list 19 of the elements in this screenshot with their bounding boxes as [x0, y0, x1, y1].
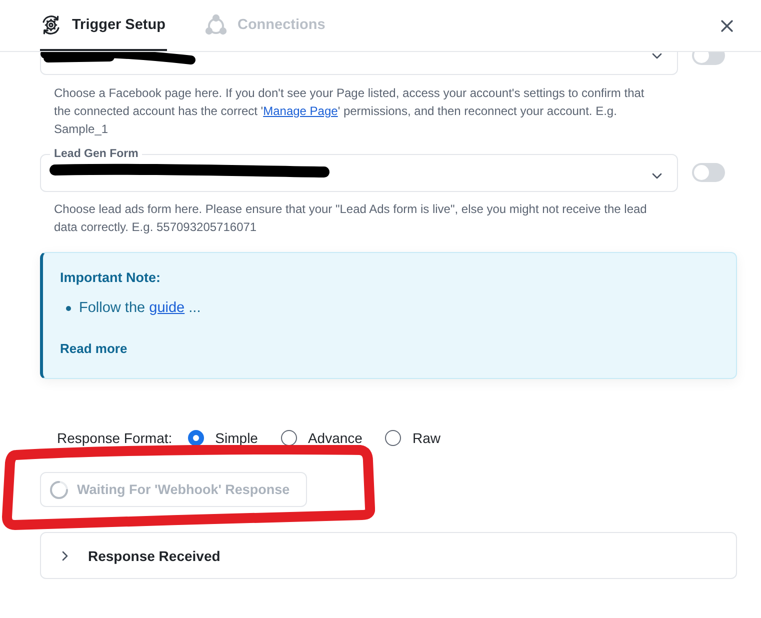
- tab[interactable]: Trigger Setup: [40, 0, 168, 51]
- field-label: Lead Gen Form: [53, 148, 140, 161]
- network-nodes-icon: [205, 14, 228, 36]
- note-text: Follow the guide ...: [79, 299, 201, 318]
- help-text: Choose a Facebook page here. If you don't see your Page listed, access your account's settings to confirm that the connected account has the correct 'Manage Page' permissions, and then reconnect your account. E.g. Sample_1: [54, 85, 646, 138]
- select-field[interactable]: Lead Gen Form: [40, 148, 678, 192]
- inline-link[interactable]: Manage Page: [263, 104, 338, 118]
- note-title: Important Note:: [60, 269, 162, 287]
- radio-option[interactable]: Simple: [188, 430, 258, 446]
- help-text: Choose lead ads form here. Please ensure that your "Lead Ads form is live", else you might not receive the lead data correctly. E.g. 557093205716071: [54, 201, 648, 236]
- radio-option[interactable]: Raw: [385, 430, 440, 446]
- read-more-link[interactable]: Read more: [60, 340, 128, 358]
- toggle-switch[interactable]: [692, 163, 725, 182]
- radio-option[interactable]: Advance: [280, 430, 362, 446]
- format-label: Response Format:: [57, 430, 172, 446]
- bullet-icon: [66, 306, 71, 310]
- gear-cycle-icon: [40, 14, 62, 36]
- inline-link[interactable]: guide: [149, 300, 185, 316]
- accordion-header[interactable]: Response Received: [40, 532, 737, 579]
